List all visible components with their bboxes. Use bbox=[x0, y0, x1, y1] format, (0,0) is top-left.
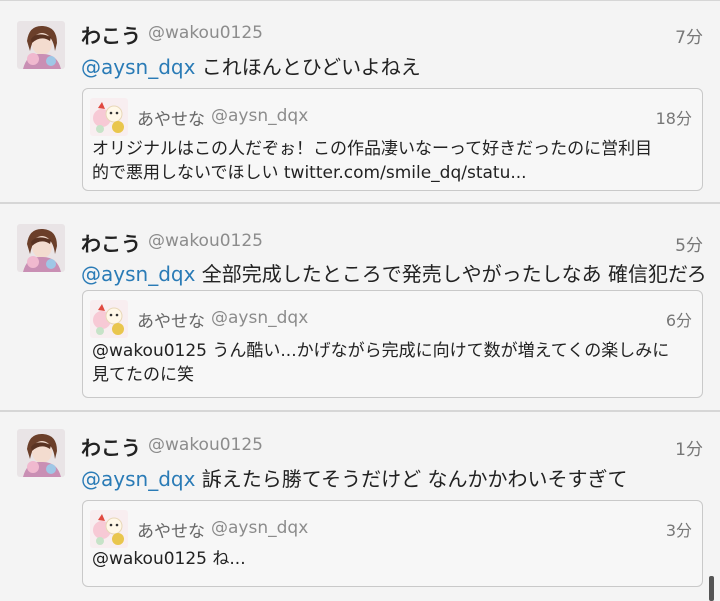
quoted-text-line: @wakou0125 ね... bbox=[92, 549, 246, 569]
tweet-time: 7分 bbox=[675, 28, 703, 48]
quoted-author-name[interactable]: あやせな bbox=[137, 517, 205, 542]
quoted-text-line: 見てたのに笑 bbox=[92, 365, 194, 385]
mention-link[interactable]: @aysn_dqx bbox=[81, 467, 195, 491]
author-name[interactable]: わこう bbox=[81, 20, 141, 49]
quoted-tweet-text: @wakou0125 ね... bbox=[92, 547, 694, 571]
tweet-time: 1分 bbox=[675, 440, 703, 460]
quoted-tweet[interactable]: あやせな @aysn_dqx 6分 @wakou0125 うん酷い...かげなが… bbox=[82, 290, 703, 398]
tweet-text: @aysn_dqx 訴えたら勝てそうだけど なんかかわいそすぎて bbox=[81, 463, 703, 492]
quoted-tweet-text: オリジナルはこの人だぞぉ！この作品凄いなーって好きだったのに営利目 的で悪用しな… bbox=[92, 137, 694, 185]
tweet-time: 5分 bbox=[675, 236, 703, 256]
quoted-text-line: 的で悪用しないでほしい twitter.com/smile_dq/statu..… bbox=[92, 163, 527, 183]
quoted-tweet-text: @wakou0125 うん酷い...かげながら完成に向けて数が増えてくの楽しみに… bbox=[92, 339, 694, 387]
tweet-body-text: これほんとひどいよねえ bbox=[201, 55, 421, 79]
timeline[interactable]: わこう @wakou0125 7分 @aysn_dqx これほんとひどいよねえ … bbox=[0, 0, 720, 601]
quoted-tweet[interactable]: あやせな @aysn_dqx 3分 @wakou0125 ね... bbox=[82, 500, 703, 587]
user-avatar[interactable] bbox=[17, 21, 65, 69]
author-name[interactable]: わこう bbox=[81, 432, 141, 461]
quoted-user-avatar[interactable] bbox=[90, 98, 128, 136]
quoted-tweet-time: 6分 bbox=[665, 311, 692, 330]
tweet-body-text: 訴えたら勝てそうだけど なんかかわいそすぎて bbox=[201, 467, 628, 491]
author-handle[interactable]: @wakou0125 bbox=[148, 231, 263, 251]
scrollbar[interactable] bbox=[709, 576, 714, 601]
quoted-tweet-time: 3分 bbox=[665, 521, 692, 540]
author-name[interactable]: わこう bbox=[81, 228, 141, 257]
author-handle[interactable]: @wakou0125 bbox=[148, 23, 263, 43]
quoted-tweet-time: 18分 bbox=[655, 109, 692, 128]
mention-link[interactable]: @aysn_dqx bbox=[81, 55, 195, 79]
tweet-item[interactable]: わこう @wakou0125 1分 @aysn_dqx 訴えたら勝てそうだけど … bbox=[0, 413, 720, 601]
tweet-item[interactable]: わこう @wakou0125 7分 @aysn_dqx これほんとひどいよねえ … bbox=[0, 0, 720, 204]
user-avatar[interactable] bbox=[17, 224, 65, 272]
user-avatar[interactable] bbox=[17, 429, 65, 477]
quoted-author-handle[interactable]: @aysn_dqx bbox=[211, 308, 308, 328]
tweet-item[interactable]: わこう @wakou0125 5分 @aysn_dqx 全部完成したところで発売… bbox=[0, 208, 720, 412]
quoted-text-line: オリジナルはこの人だぞぉ！この作品凄いなーって好きだったのに営利目 bbox=[92, 139, 653, 159]
quoted-text-line: @wakou0125 うん酷い...かげながら完成に向けて数が増えてくの楽しみに bbox=[92, 341, 670, 361]
quoted-author-handle[interactable]: @aysn_dqx bbox=[211, 518, 308, 538]
quoted-user-avatar[interactable] bbox=[90, 300, 128, 338]
tweet-body-text: 全部完成したところで発売しやがったしなあ 確信犯だろ bbox=[201, 262, 707, 286]
quoted-author-handle[interactable]: @aysn_dqx bbox=[211, 106, 308, 126]
quoted-author-name[interactable]: あやせな bbox=[137, 105, 205, 130]
author-handle[interactable]: @wakou0125 bbox=[148, 435, 263, 455]
tweet-text: @aysn_dqx これほんとひどいよねえ bbox=[81, 51, 703, 80]
quoted-tweet[interactable]: あやせな @aysn_dqx 18分 オリジナルはこの人だぞぉ！この作品凄いなー… bbox=[82, 88, 703, 191]
tweet-text: @aysn_dqx 全部完成したところで発売しやがったしなあ 確信犯だろ bbox=[81, 258, 707, 287]
quoted-author-name[interactable]: あやせな bbox=[137, 307, 205, 332]
mention-link[interactable]: @aysn_dqx bbox=[81, 262, 195, 286]
quoted-user-avatar[interactable] bbox=[90, 510, 128, 548]
